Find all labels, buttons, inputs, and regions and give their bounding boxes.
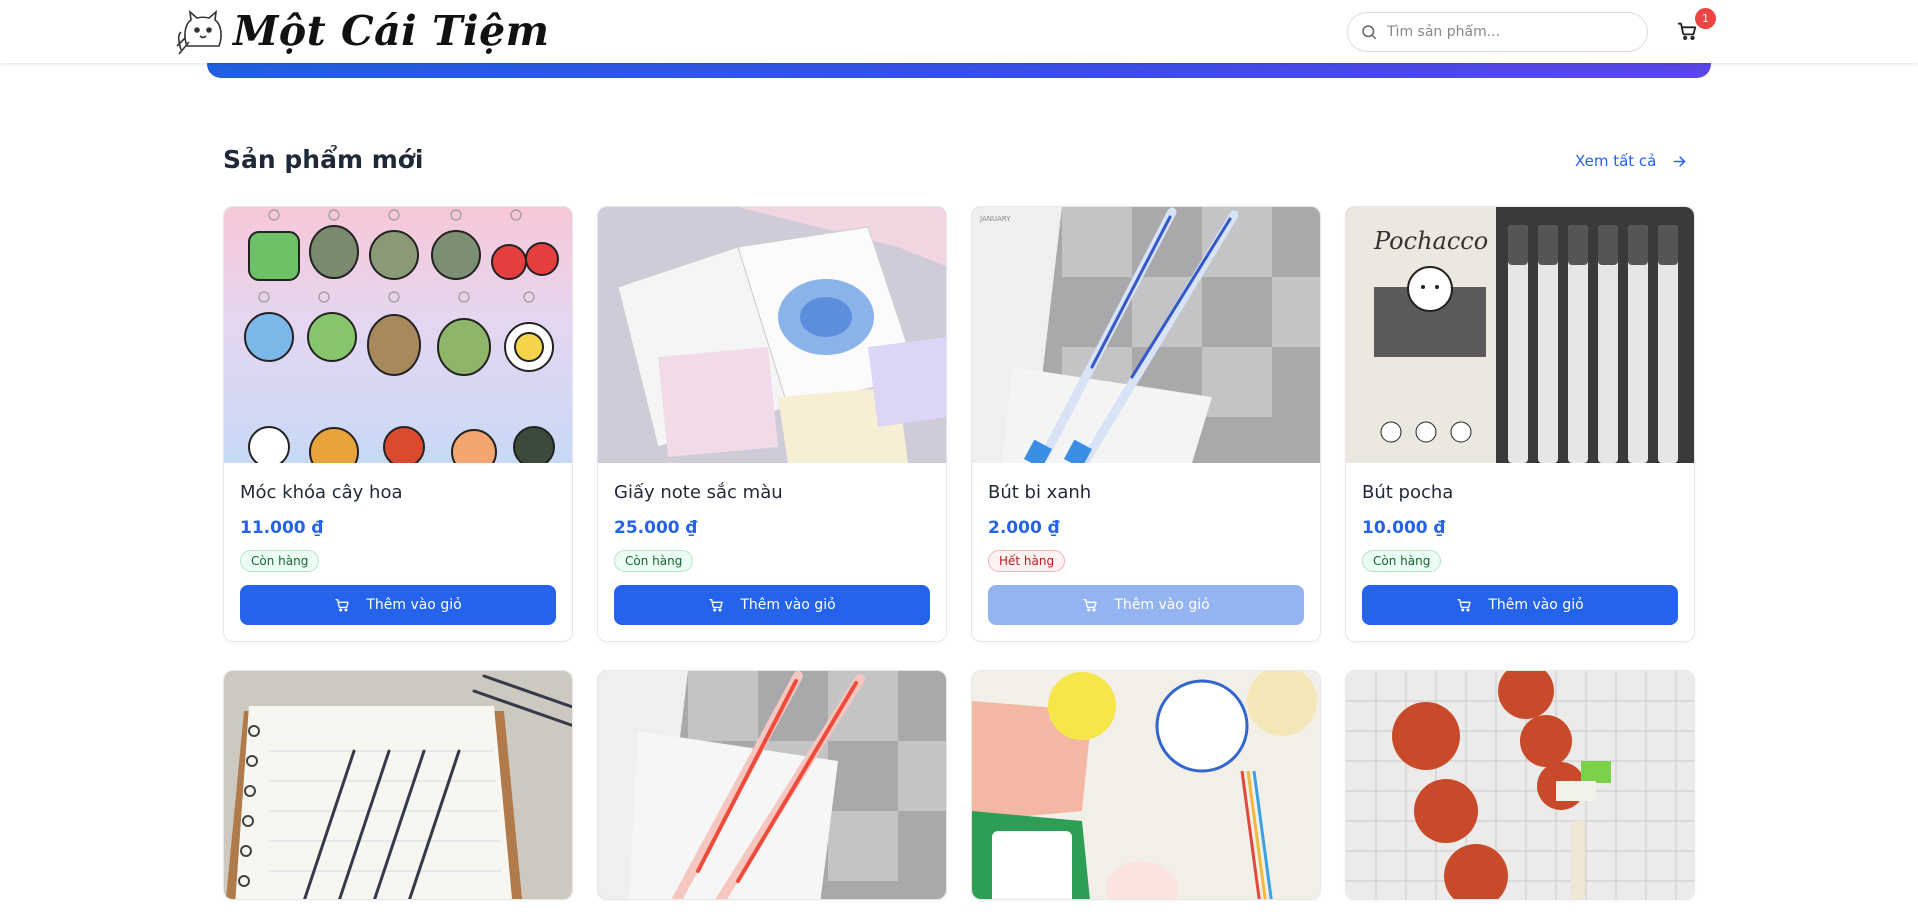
stock-badge: Còn hàng	[240, 550, 320, 572]
product-card[interactable]: Pochacco Bút pocha 10.000 ₫ Còn hàng Thê…	[1345, 206, 1695, 642]
product-name[interactable]: Bút pocha	[1362, 482, 1678, 504]
product-card[interactable]	[223, 670, 573, 900]
product-card[interactable]	[971, 670, 1321, 900]
logo[interactable]: Một Cái Tiệm	[175, 6, 550, 56]
product-image-red-pen[interactable]	[598, 671, 946, 899]
arrow-right-icon	[1674, 155, 1686, 167]
product-image-notebook-pens[interactable]	[224, 671, 572, 899]
see-all-label: Xem tất cả	[1575, 152, 1657, 170]
cart-icon	[1083, 599, 1097, 612]
cart-count-badge: 1	[1695, 8, 1716, 29]
product-price: 11.000 ₫	[240, 518, 324, 538]
product-price: 25.000 ₫	[614, 518, 698, 538]
logo-text: Một Cái Tiệm	[233, 7, 550, 55]
stock-badge: Hết hàng	[988, 550, 1066, 572]
add-to-cart-label: Thêm vào giỏ	[740, 597, 836, 613]
stock-badge: Còn hàng	[1362, 550, 1442, 572]
add-to-cart-label: Thêm vào giỏ	[1114, 597, 1210, 613]
product-image-pochacco-pens[interactable]: Pochacco	[1346, 207, 1694, 463]
add-to-cart-button[interactable]: Thêm vào giỏ	[614, 585, 930, 625]
product-price: 10.000 ₫	[1362, 518, 1446, 538]
svg-text:JANUARY: JANUARY	[979, 215, 1011, 223]
stock-badge: Còn hàng	[614, 550, 694, 572]
product-image-candy-skewers[interactable]	[1346, 671, 1694, 899]
search-icon	[1362, 25, 1377, 40]
svg-text:Pochacco: Pochacco	[1373, 227, 1488, 255]
add-to-cart-label: Thêm vào giỏ	[1488, 597, 1584, 613]
product-image-blue-pen[interactable]: JANUARY	[972, 207, 1320, 463]
add-to-cart-button[interactable]: Thêm vào giỏ	[240, 585, 556, 625]
product-card[interactable]	[597, 670, 947, 900]
search-input[interactable]	[1387, 24, 1627, 40]
add-to-cart-button[interactable]: Thêm vào giỏ	[988, 585, 1304, 625]
add-to-cart-label: Thêm vào giỏ	[366, 597, 462, 613]
product-name[interactable]: Bút bi xanh	[988, 482, 1304, 504]
site-header: Một Cái Tiệm 1	[0, 0, 1918, 63]
cart-icon	[1457, 599, 1471, 612]
product-image-chiikawa-set[interactable]	[972, 671, 1320, 899]
product-card[interactable]: Móc khóa cây hoa 11.000 ₫ Còn hàng Thêm …	[223, 206, 573, 642]
section-title: Sản phẩm mới	[223, 145, 424, 174]
cart-icon[interactable]	[1676, 20, 1698, 42]
product-card[interactable]: JANUARY Bút bi xanh 2.000 ₫ Hết hàng Thê…	[971, 206, 1321, 642]
product-price: 2.000 ₫	[988, 518, 1060, 538]
product-image-keychains[interactable]	[224, 207, 572, 463]
product-card[interactable]	[1345, 670, 1695, 900]
product-name[interactable]: Móc khóa cây hoa	[240, 482, 556, 504]
product-image-sticky-notes[interactable]	[598, 207, 946, 463]
cart-icon	[709, 599, 723, 612]
search-bar[interactable]	[1347, 12, 1648, 52]
product-name[interactable]: Giấy note sắc màu	[614, 482, 930, 504]
product-card[interactable]: Giấy note sắc màu 25.000 ₫ Còn hàng Thêm…	[597, 206, 947, 642]
see-all-link[interactable]: Xem tất cả	[1575, 152, 1687, 170]
cart-icon	[335, 599, 349, 612]
cat-logo-icon	[176, 10, 222, 55]
add-to-cart-button[interactable]: Thêm vào giỏ	[1362, 585, 1678, 625]
